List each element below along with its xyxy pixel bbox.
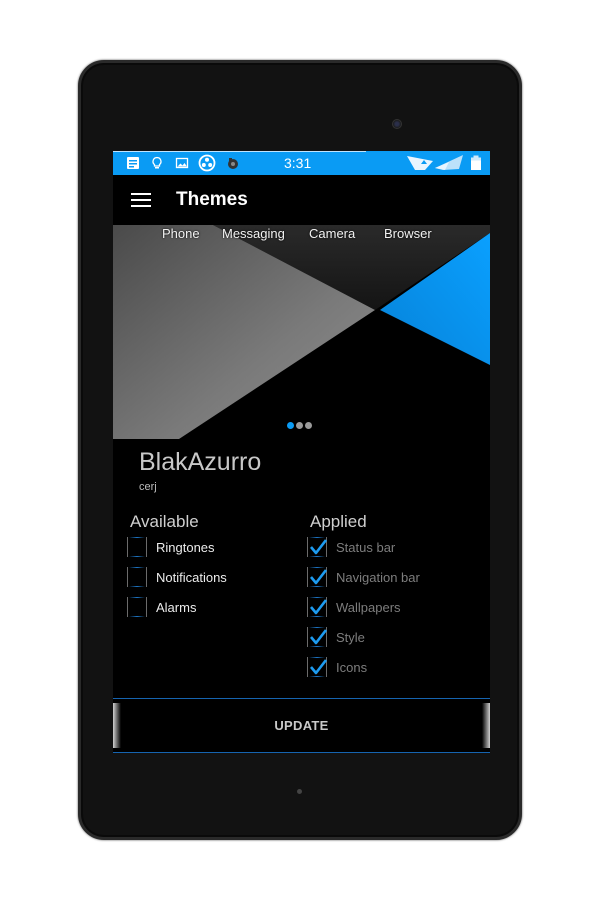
checkbox-box[interactable] (127, 567, 147, 587)
camera-app-icon (228, 158, 238, 169)
battery-icon (471, 155, 481, 170)
checkbox-label: Navigation bar (336, 569, 420, 585)
preview-wallpaper (113, 225, 490, 439)
checkbox-icons[interactable]: Icons (307, 656, 367, 678)
checkmark-icon (310, 569, 327, 585)
checkbox-label: Wallpapers (336, 599, 401, 615)
image-icon (175, 157, 189, 169)
checkmark-icon (310, 629, 327, 645)
checkbox-wallpapers[interactable]: Wallpapers (307, 596, 401, 618)
device-screen: 3:31 Themes Phone Messaging Camera Brows… (113, 151, 490, 753)
page-indicator (287, 422, 312, 429)
community-icon (198, 154, 216, 172)
status-bar: 3:31 (113, 151, 490, 175)
theme-preview[interactable]: Phone Messaging Camera Browser (113, 225, 490, 439)
checkbox-notifications[interactable]: Notifications (127, 566, 227, 588)
checkbox-box[interactable] (307, 537, 327, 557)
checkbox-label: Status bar (336, 539, 396, 555)
theme-author: cerj (139, 481, 157, 493)
theme-name: BlakAzurro (139, 448, 262, 476)
wifi-signal-icon (407, 155, 463, 170)
page-dot-2[interactable] (296, 422, 303, 429)
checkbox-navigation-bar[interactable]: Navigation bar (307, 566, 420, 588)
page-dot-3[interactable] (305, 422, 312, 429)
available-heading: Available (130, 512, 199, 531)
status-time: 3:31 (284, 155, 312, 171)
checkbox-box[interactable] (307, 657, 327, 677)
checkbox-label: Ringtones (156, 539, 215, 555)
checkbox-style[interactable]: Style (307, 626, 365, 648)
tab-messaging[interactable]: Messaging (222, 226, 285, 241)
hamburger-menu-icon[interactable] (131, 193, 151, 207)
front-camera (392, 119, 402, 129)
checkbox-box[interactable] (307, 597, 327, 617)
lightbulb-icon (152, 156, 162, 169)
preview-tabs: Phone Messaging Camera Browser (113, 225, 490, 243)
checkbox-box[interactable] (127, 597, 147, 617)
checkmark-icon (310, 539, 327, 555)
checkbox-label: Alarms (156, 599, 197, 615)
notes-icon (127, 157, 139, 169)
checkbox-alarms[interactable]: Alarms (127, 596, 196, 618)
checkbox-ringtones[interactable]: Ringtones (127, 536, 215, 558)
tab-phone[interactable]: Phone (162, 226, 200, 241)
checkbox-box[interactable] (307, 567, 327, 587)
checkbox-label: Style (336, 629, 365, 645)
update-button-label: UPDATE (274, 718, 329, 733)
checkbox-label: Notifications (156, 569, 227, 585)
checkbox-label: Icons (336, 659, 368, 675)
status-bar-highlight (113, 151, 366, 152)
checkbox-status-bar[interactable]: Status bar (307, 536, 395, 558)
light-sensor (297, 789, 302, 794)
checkbox-box[interactable] (307, 627, 327, 647)
page-title: Themes (176, 189, 248, 210)
checkbox-box[interactable] (127, 537, 147, 557)
applied-heading: Applied (310, 512, 367, 531)
app-bar: Themes (113, 175, 490, 225)
tab-browser[interactable]: Browser (384, 226, 432, 241)
checkmark-icon (310, 599, 327, 615)
tab-camera[interactable]: Camera (309, 226, 355, 241)
page-dot-1[interactable] (287, 422, 294, 429)
update-button[interactable]: UPDATE (113, 698, 490, 753)
checkmark-icon (310, 659, 327, 675)
